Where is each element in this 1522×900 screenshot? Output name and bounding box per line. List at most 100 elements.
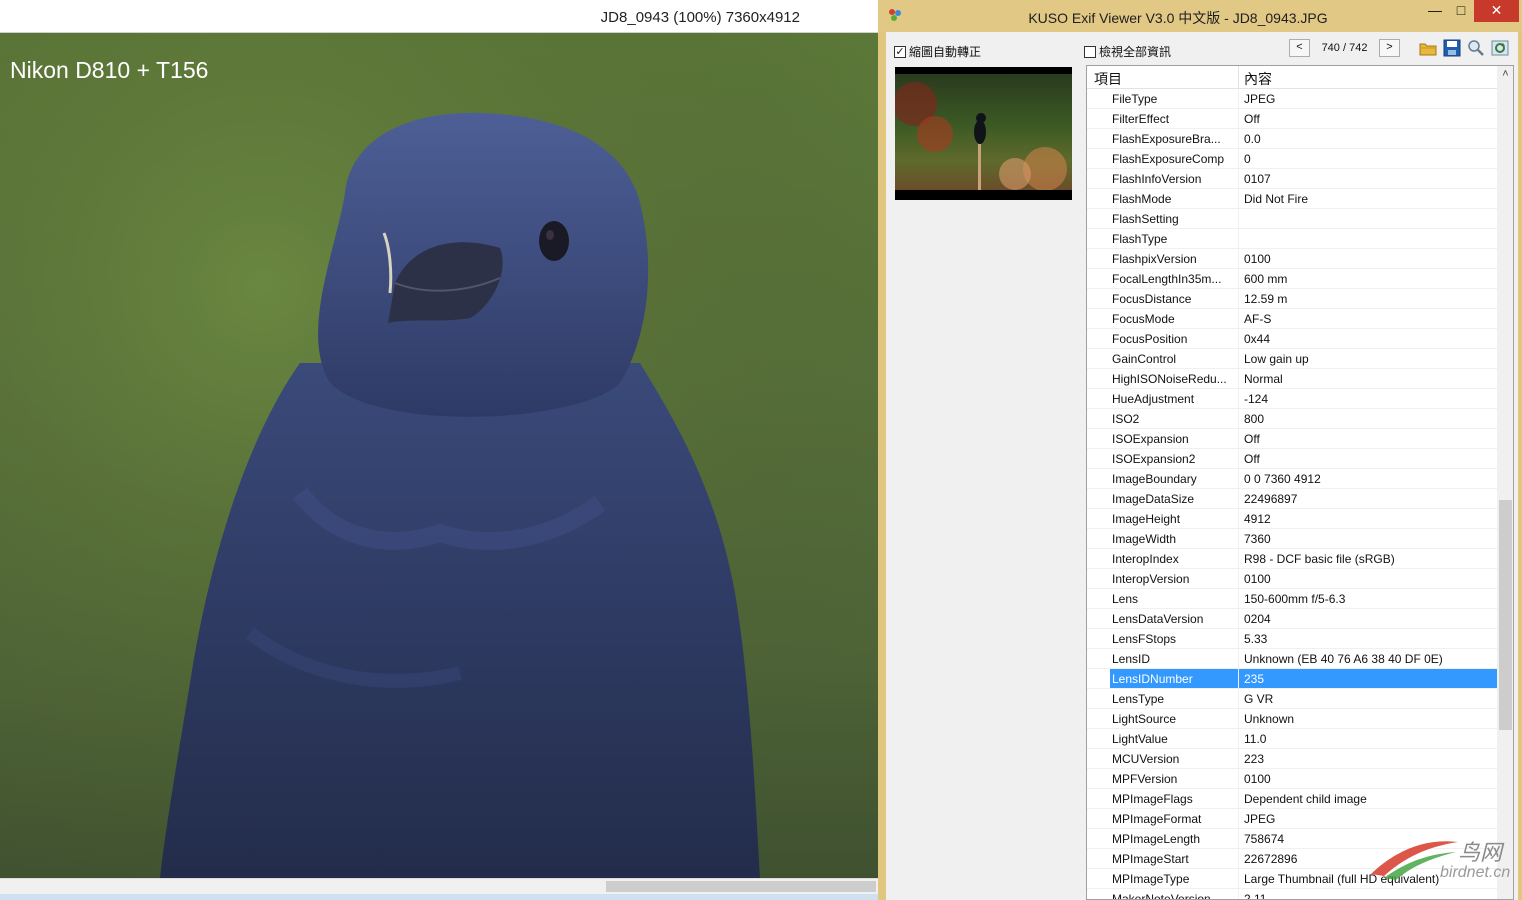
table-row[interactable]: ISO2 800 xyxy=(1087,409,1497,429)
cell-divider xyxy=(1238,269,1239,289)
exif-tag-value: G VR xyxy=(1244,692,1274,706)
table-row[interactable]: FlashInfoVersion 0107 xyxy=(1087,169,1497,189)
exif-title-bar[interactable]: KUSO Exif Viewer V3.0 中文版 - JD8_0943.JPG… xyxy=(878,0,1522,32)
exif-tag-name: MPFVersion xyxy=(1112,772,1178,786)
exif-tag-name: FocalLengthIn35m... xyxy=(1112,272,1222,286)
table-row[interactable]: HighISONoiseRedu... Normal xyxy=(1087,369,1497,389)
search-icon[interactable] xyxy=(1466,38,1486,58)
column-divider[interactable] xyxy=(1238,66,1239,89)
table-row[interactable]: ImageWidth 7360 xyxy=(1087,529,1497,549)
table-row[interactable]: LensType G VR xyxy=(1087,689,1497,709)
horizontal-scrollbar[interactable] xyxy=(0,878,878,894)
table-row[interactable]: FlashExposureBra... 0.0 xyxy=(1087,129,1497,149)
table-row[interactable]: FlashType xyxy=(1087,229,1497,249)
table-row[interactable]: LightValue 11.0 xyxy=(1087,729,1497,749)
exif-tag-name: MPImageLength xyxy=(1112,832,1201,846)
column-header-item[interactable]: 項目 xyxy=(1094,69,1122,89)
exif-tag-value: Dependent child image xyxy=(1244,792,1367,806)
exif-tag-value: JPEG xyxy=(1244,92,1276,106)
exif-tag-value: 0107 xyxy=(1244,172,1271,186)
exif-tag-name: MPImageType xyxy=(1112,872,1190,886)
table-row[interactable]: Lens 150-600mm f/5-6.3 xyxy=(1087,589,1497,609)
exif-table[interactable]: 項目 內容 FileType JPEG FilterEffect Off FlashEx… xyxy=(1086,65,1514,900)
close-button[interactable]: ✕ xyxy=(1474,0,1519,22)
table-row[interactable]: FilterEffect Off xyxy=(1087,109,1497,129)
image-viewer-window: JD8_0943 (100%) 7360x4912 Nikon D810 + T… xyxy=(0,0,878,900)
table-row[interactable]: ImageHeight 4912 xyxy=(1087,509,1497,529)
exif-tag-name: LensID xyxy=(1112,652,1151,666)
cell-divider xyxy=(1238,429,1239,449)
table-row[interactable]: ImageBoundary 0 0 7360 4912 xyxy=(1087,469,1497,489)
cell-divider xyxy=(1238,889,1239,899)
table-row[interactable]: FlashpixVersion 0100 xyxy=(1087,249,1497,269)
table-row[interactable]: FocusDistance 12.59 m xyxy=(1087,289,1497,309)
open-folder-icon[interactable] xyxy=(1418,38,1438,58)
exif-tag-value: 0100 xyxy=(1244,252,1271,266)
table-row[interactable]: FlashExposureComp 0 xyxy=(1087,149,1497,169)
window-title: KUSO Exif Viewer V3.0 中文版 - JD8_0943.JPG xyxy=(1028,10,1328,26)
prev-image-button[interactable]: < xyxy=(1289,39,1310,57)
cell-divider xyxy=(1238,609,1239,629)
exif-tag-value: Did Not Fire xyxy=(1244,192,1309,206)
table-row-selected[interactable]: LensIDNumber 235 xyxy=(1087,669,1497,689)
cell-divider xyxy=(1238,209,1239,229)
cell-divider xyxy=(1238,629,1239,649)
checkbox-unchecked[interactable] xyxy=(1084,45,1096,58)
exif-tag-name: FocusPosition xyxy=(1112,332,1188,346)
table-row[interactable]: InteropVersion 0100 xyxy=(1087,569,1497,589)
table-row[interactable]: FlashSetting xyxy=(1087,209,1497,229)
cell-divider xyxy=(1238,869,1239,889)
table-row[interactable]: MCUVersion 223 xyxy=(1087,749,1497,769)
table-row[interactable]: LensDataVersion 0204 xyxy=(1087,609,1497,629)
table-row[interactable]: FocusMode AF-S xyxy=(1087,309,1497,329)
scrollbar-thumb[interactable] xyxy=(1499,500,1512,730)
table-row[interactable]: ImageDataSize 22496897 xyxy=(1087,489,1497,509)
table-row[interactable]: MPFVersion 0100 xyxy=(1087,769,1497,789)
auto-rotate-checkbox[interactable]: ✓ 縮圖自動轉正 xyxy=(894,43,981,60)
table-row[interactable]: GainControl Low gain up xyxy=(1087,349,1497,369)
bird-photo[interactable]: Nikon D810 + T156 xyxy=(0,33,878,878)
exif-tag-name: FlashpixVersion xyxy=(1112,252,1197,266)
exif-tag-value: 600 mm xyxy=(1244,272,1288,286)
auto-rotate-label: 縮圖自動轉正 xyxy=(909,45,982,59)
cell-divider xyxy=(1238,669,1239,689)
table-row[interactable]: HueAdjustment -124 xyxy=(1087,389,1497,409)
exif-tag-name: MPImageFlags xyxy=(1112,792,1193,806)
table-row[interactable]: MPImageFormat JPEG xyxy=(1087,809,1497,829)
exif-tag-name: FlashSetting xyxy=(1112,212,1179,226)
minimize-button[interactable]: — xyxy=(1422,0,1448,22)
column-header-value[interactable]: 內容 xyxy=(1244,69,1272,89)
table-row[interactable]: FocalLengthIn35m... 600 mm xyxy=(1087,269,1497,289)
exif-tag-value: R98 - DCF basic file (sRGB) xyxy=(1244,552,1395,566)
exif-tag-name: LensType xyxy=(1112,692,1165,706)
table-row[interactable]: LightSource Unknown xyxy=(1087,709,1497,729)
exif-tag-value: 0 0 7360 4912 xyxy=(1244,472,1321,486)
table-row[interactable]: LensFStops 5.33 xyxy=(1087,629,1497,649)
vertical-scrollbar[interactable]: ˄ xyxy=(1497,66,1513,899)
image-thumbnail[interactable] xyxy=(895,67,1072,200)
exif-body: ✓ 縮圖自動轉正 檢視全部資訊 < 740 / 742 > 項目 內容 File… xyxy=(886,32,1518,900)
table-row[interactable]: ISOExpansion Off xyxy=(1087,429,1497,449)
table-row[interactable]: InteropIndex R98 - DCF basic file (sRGB) xyxy=(1087,549,1497,569)
exif-tag-name: InteropIndex xyxy=(1112,552,1179,566)
cell-divider xyxy=(1238,109,1239,129)
maximize-button[interactable]: □ xyxy=(1448,0,1474,22)
scroll-up-arrow-icon[interactable]: ˄ xyxy=(1497,66,1513,83)
table-rows: FileType JPEG FilterEffect Off FlashExposure… xyxy=(1087,89,1497,900)
table-row[interactable]: FocusPosition 0x44 xyxy=(1087,329,1497,349)
scrollbar-thumb[interactable] xyxy=(606,881,876,892)
table-row[interactable]: ISOExpansion2 Off xyxy=(1087,449,1497,469)
next-image-button[interactable]: > xyxy=(1379,39,1400,57)
table-row[interactable]: FlashMode Did Not Fire xyxy=(1087,189,1497,209)
refresh-icon[interactable] xyxy=(1490,38,1510,58)
save-icon[interactable] xyxy=(1442,38,1462,58)
cell-divider xyxy=(1238,689,1239,709)
table-row[interactable]: LensID Unknown (EB 40 76 A6 38 40 DF 0E) xyxy=(1087,649,1497,669)
exif-tag-name: MakerNoteVersion xyxy=(1112,892,1211,900)
exif-tag-value: 800 xyxy=(1244,412,1265,426)
table-row[interactable]: MPImageFlags Dependent child image xyxy=(1087,789,1497,809)
cell-divider xyxy=(1238,729,1239,749)
table-row[interactable]: FileType JPEG xyxy=(1087,89,1497,109)
checkbox-checked[interactable]: ✓ xyxy=(894,45,906,58)
show-all-info-checkbox[interactable]: 檢視全部資訊 xyxy=(1084,43,1171,60)
